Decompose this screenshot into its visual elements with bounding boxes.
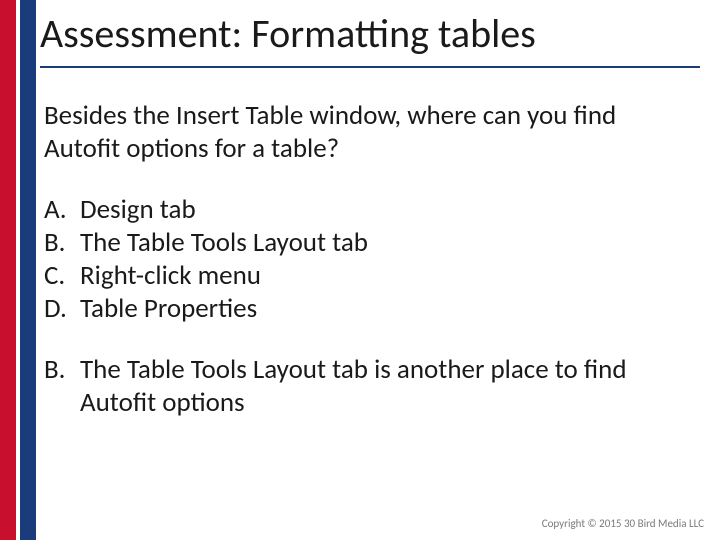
choice-list: A. Design tab B. The Table Tools Layout …	[44, 194, 692, 326]
choice-text: The Table Tools Layout tab	[80, 227, 368, 260]
choice-letter: C.	[44, 260, 80, 293]
choice-c: C. Right-click menu	[44, 260, 692, 293]
slide-body: Besides the Insert Table window, where c…	[44, 100, 692, 420]
slide-title: Assessment: Formatting tables	[40, 12, 700, 56]
stripe-blue	[20, 0, 36, 540]
answer-letter: B.	[44, 354, 80, 420]
choice-text: Table Properties	[80, 293, 257, 326]
answer-block: B. The Table Tools Layout tab is another…	[44, 354, 692, 420]
choice-letter: B.	[44, 227, 80, 260]
choice-a: A. Design tab	[44, 194, 692, 227]
slide: Assessment: Formatting tables Besides th…	[0, 0, 720, 540]
answer-text: The Table Tools Layout tab is another pl…	[80, 354, 692, 420]
stripe-red	[0, 0, 16, 540]
choice-letter: A.	[44, 194, 80, 227]
title-area: Assessment: Formatting tables	[40, 12, 700, 68]
copyright-footer: Copyright © 2015 30 Bird Media LLC	[542, 517, 704, 530]
choice-b: B. The Table Tools Layout tab	[44, 227, 692, 260]
choice-letter: D.	[44, 293, 80, 326]
accent-stripe	[0, 0, 36, 540]
choice-text: Design tab	[80, 194, 196, 227]
question-text: Besides the Insert Table window, where c…	[44, 100, 692, 166]
choice-d: D. Table Properties	[44, 293, 692, 326]
choice-text: Right-click menu	[80, 260, 261, 293]
